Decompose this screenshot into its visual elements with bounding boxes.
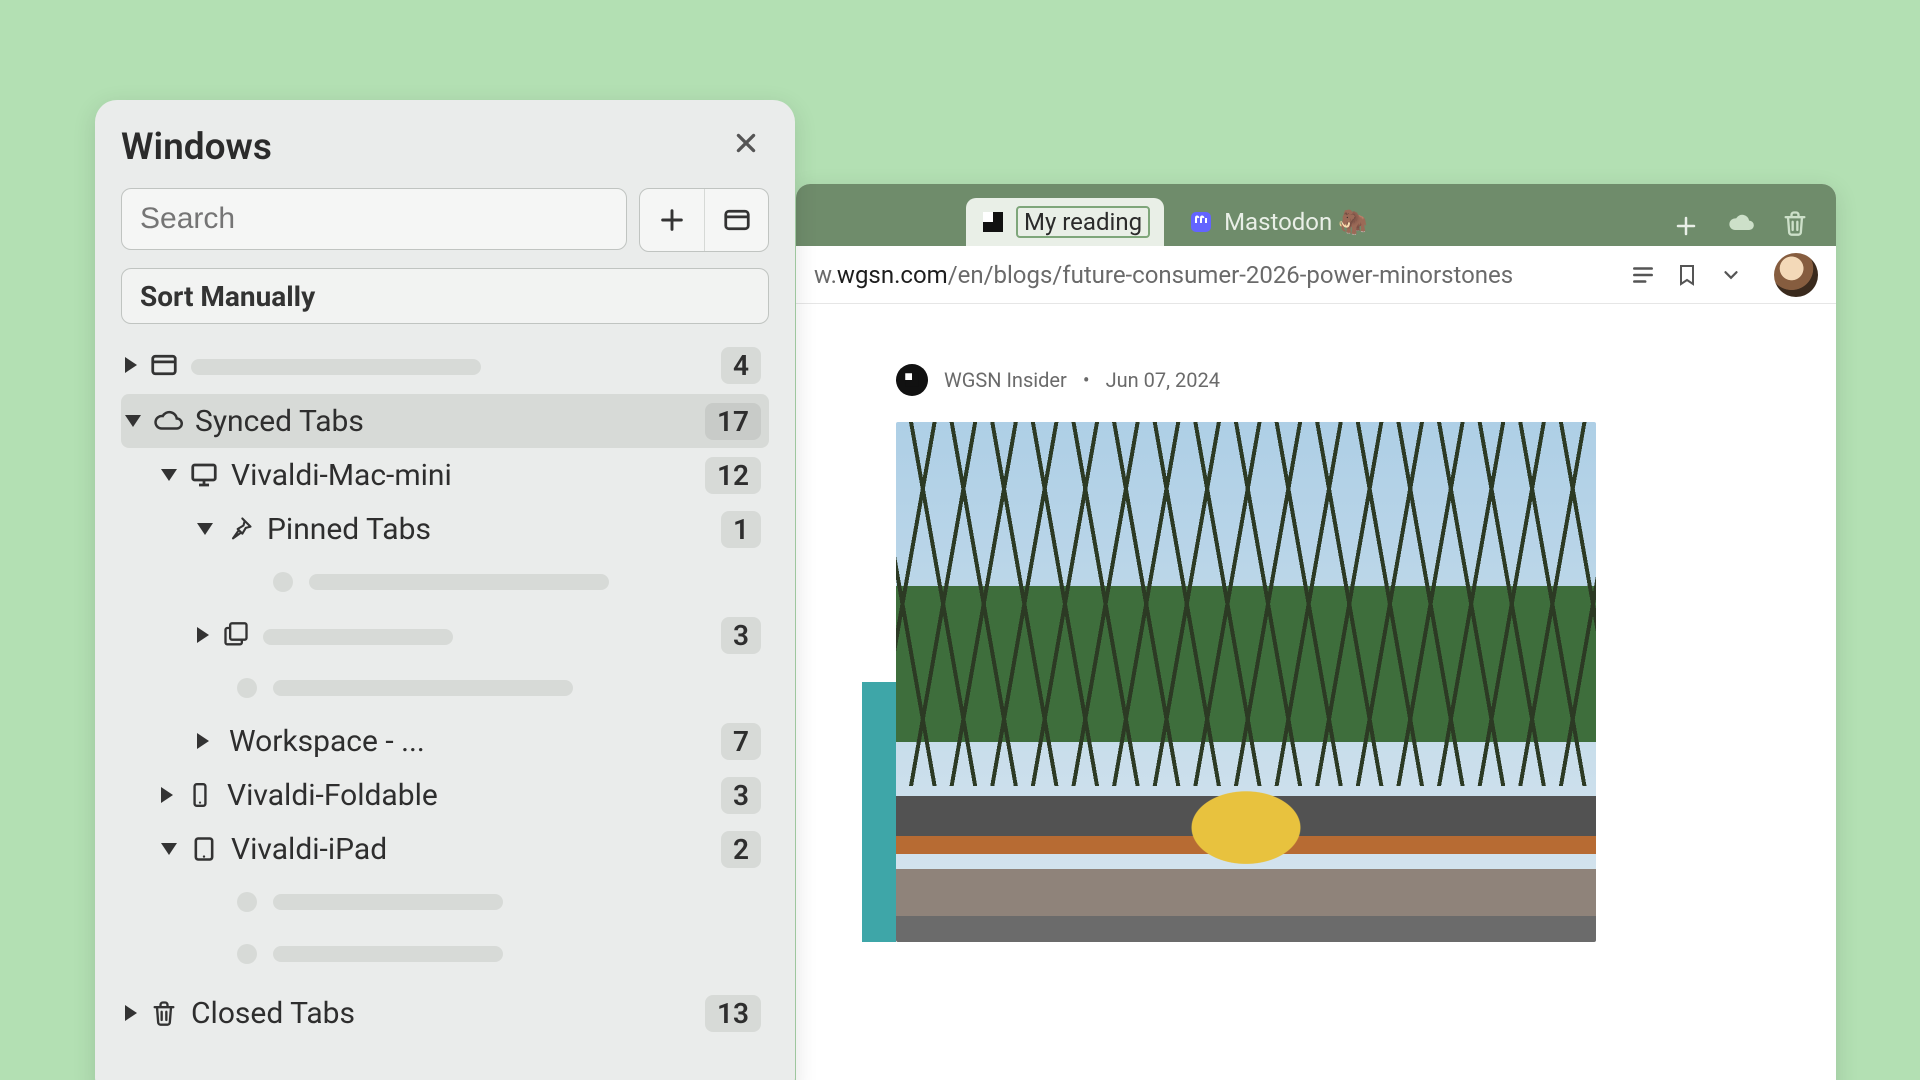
panel-title: Windows	[121, 126, 272, 169]
count-badge: 3	[721, 617, 761, 654]
tree-row-window[interactable]: 4	[121, 338, 769, 392]
close-icon	[733, 130, 759, 156]
plus-icon	[658, 206, 686, 234]
tablet-icon	[187, 832, 221, 866]
sort-label: Sort Manually	[140, 280, 315, 313]
mastodon-icon	[1188, 209, 1214, 235]
accent-bar	[862, 682, 896, 942]
count-badge: 4	[721, 347, 761, 384]
tree-label: Vivaldi-Foldable	[227, 778, 711, 813]
windows-tree: 4 Synced Tabs 17 Vivaldi-Mac-mini 12	[121, 338, 769, 1040]
tab-title-placeholder	[273, 680, 573, 696]
windows-panel: Windows Sort Manually 4	[95, 100, 795, 1080]
hero-image	[896, 422, 1596, 942]
chevron-down-icon[interactable]	[161, 469, 177, 481]
pin-icon	[223, 512, 257, 546]
chevron-down-icon[interactable]	[197, 523, 213, 535]
tree-label: Pinned Tabs	[267, 512, 711, 547]
tree-row-tab[interactable]	[121, 662, 769, 714]
chevron-right-icon[interactable]	[125, 1005, 137, 1021]
tree-row-workspace[interactable]: Workspace - ... 7	[121, 714, 769, 768]
chevron-right-icon[interactable]	[161, 787, 173, 803]
favicon-placeholder	[273, 572, 293, 592]
tab-label: My reading	[1016, 206, 1150, 238]
bookmark-icon[interactable]	[1672, 260, 1702, 290]
tab-title-placeholder	[309, 574, 609, 590]
article-byline: WGSN Insider • Jun 07, 2024	[896, 364, 1736, 396]
count-badge: 17	[705, 403, 761, 440]
tree-row-device-ipad[interactable]: Vivaldi-iPad 2	[121, 822, 769, 876]
trash-icon	[147, 996, 181, 1030]
hero-image-wrap	[896, 422, 1736, 942]
sync-cloud-icon[interactable]	[1724, 206, 1758, 240]
browser-window: My reading Mastodon 🦣 w.wgsn.com/en/blog…	[796, 184, 1836, 1080]
tree-row-tab-stack[interactable]: 3	[121, 608, 769, 662]
tab-mastodon[interactable]: Mastodon 🦣	[1174, 198, 1382, 246]
close-button[interactable]	[723, 124, 769, 170]
tab-stack-icon	[219, 618, 253, 652]
tree-label: Workspace - ...	[229, 724, 711, 759]
publisher-icon	[896, 364, 928, 396]
tree-row-synced-tabs[interactable]: Synced Tabs 17	[121, 394, 769, 448]
chevron-right-icon[interactable]	[125, 357, 137, 373]
cloud-icon	[151, 404, 185, 438]
tree-row-tab[interactable]	[121, 556, 769, 608]
tree-row-tab[interactable]	[121, 928, 769, 980]
count-badge: 2	[721, 831, 761, 868]
tree-label: Closed Tabs	[191, 996, 695, 1031]
url-prefix: w.	[814, 261, 837, 289]
url-path: /en/blogs/future-consumer-2026-power-min…	[948, 261, 1513, 289]
tree-row-device-foldable[interactable]: Vivaldi-Foldable 3	[121, 768, 769, 822]
tree-label: Vivaldi-Mac-mini	[231, 458, 695, 493]
phone-icon	[183, 778, 217, 812]
add-button[interactable]	[640, 189, 704, 251]
count-badge: 1	[721, 511, 761, 548]
tab-title-placeholder	[273, 946, 503, 962]
chevron-right-icon[interactable]	[197, 733, 209, 749]
favicon-placeholder	[237, 944, 257, 964]
byline-date: Jun 07, 2024	[1106, 368, 1220, 392]
url-field[interactable]: w.wgsn.com/en/blogs/future-consumer-2026…	[814, 261, 1614, 289]
address-bar: w.wgsn.com/en/blogs/future-consumer-2026…	[796, 246, 1836, 304]
chevron-down-icon[interactable]	[161, 843, 177, 855]
count-badge: 12	[705, 457, 761, 494]
page-content: WGSN Insider • Jun 07, 2024	[796, 304, 1836, 1080]
favicon-placeholder	[237, 678, 257, 698]
reader-view-icon[interactable]	[1628, 260, 1658, 290]
desktop-icon	[187, 458, 221, 492]
tab-strip: My reading Mastodon 🦣	[796, 184, 1836, 246]
tab-label: Mastodon 🦣	[1224, 208, 1368, 236]
chevron-right-icon[interactable]	[197, 627, 209, 643]
byline-author: WGSN Insider	[944, 368, 1067, 392]
trash-icon[interactable]	[1778, 206, 1812, 240]
tree-label: Synced Tabs	[195, 404, 695, 439]
favicon-placeholder	[237, 892, 257, 912]
window-icon	[722, 205, 752, 235]
search-input[interactable]	[121, 188, 627, 250]
count-badge: 3	[721, 777, 761, 814]
count-badge: 13	[705, 995, 761, 1032]
tab-my-reading[interactable]: My reading	[966, 198, 1164, 246]
byline-sep: •	[1083, 368, 1090, 392]
tab-title-placeholder	[273, 894, 503, 910]
chevron-down-icon[interactable]	[125, 415, 141, 427]
new-tab-button[interactable]	[1666, 206, 1706, 246]
tree-row-closed-tabs[interactable]: Closed Tabs 13	[121, 986, 769, 1040]
window-icon	[147, 348, 181, 382]
site-icon	[980, 209, 1006, 235]
profile-avatar[interactable]	[1774, 253, 1818, 297]
chevron-down-icon[interactable]	[1716, 260, 1746, 290]
sort-button[interactable]: Sort Manually	[121, 268, 769, 324]
url-domain: wgsn.com	[837, 261, 948, 289]
count-badge: 7	[721, 723, 761, 760]
tree-row-tab[interactable]	[121, 876, 769, 928]
tree-row-device-mac[interactable]: Vivaldi-Mac-mini 12	[121, 448, 769, 502]
new-window-button[interactable]	[704, 189, 768, 251]
tree-row-pinned-tabs[interactable]: Pinned Tabs 1	[121, 502, 769, 556]
tree-label: Vivaldi-iPad	[231, 832, 711, 867]
